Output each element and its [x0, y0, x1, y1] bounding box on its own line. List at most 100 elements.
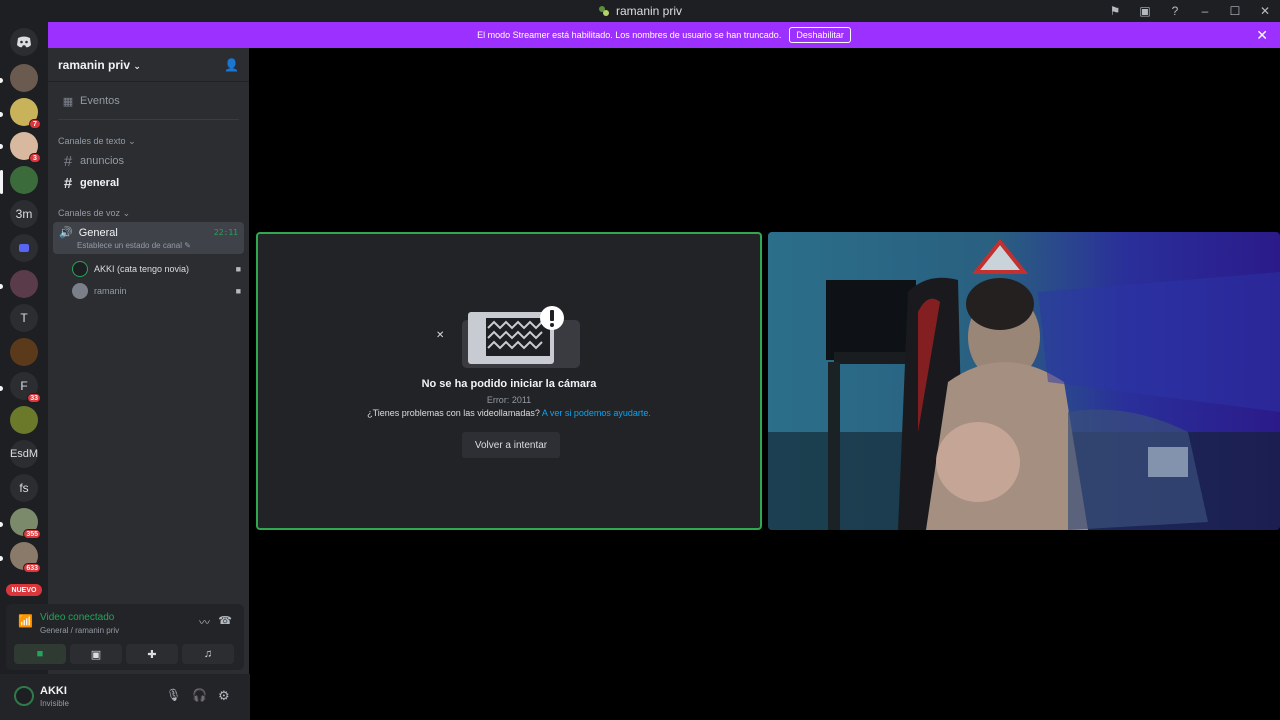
calendar-icon: ▦ — [62, 95, 74, 108]
voice-channel-general[interactable]: 🔊 General 22:11 Establece un estado de c… — [53, 222, 244, 254]
error-code: Error: 2011 — [486, 395, 532, 405]
server-avatar[interactable]: 355 — [10, 508, 41, 539]
speaker-icon: 🔊 — [59, 227, 73, 239]
channel-general[interactable]: # general — [54, 172, 243, 194]
server-label: F — [20, 379, 28, 393]
activities-button[interactable]: ✚ — [126, 644, 178, 664]
help-icon[interactable]: ? — [1160, 0, 1190, 22]
unread-badge: 33 — [27, 393, 41, 403]
discord-home-icon[interactable] — [10, 28, 38, 56]
video-feed[interactable] — [768, 232, 1280, 530]
camera-icon: ■ — [235, 264, 241, 274]
help-text: ¿Tienes problemas con las videollamadas? — [367, 408, 540, 418]
unread-badge: 3 — [29, 153, 41, 163]
svg-text:✕: ✕ — [436, 330, 444, 341]
server-button[interactable]: T — [10, 304, 38, 332]
events-label: Eventos — [80, 95, 120, 107]
server-avatar[interactable]: 3 — [10, 132, 41, 163]
server-header[interactable]: ramanin priv ⌄ 👤 — [48, 48, 249, 82]
camera-error-tile: ✕ No se ha podido iniciar la cámara Erro… — [256, 232, 762, 530]
screen-share-icon[interactable]: ▣ — [1130, 0, 1160, 22]
noise-suppression-icon[interactable]: 〰 — [199, 614, 210, 630]
server-label: T — [20, 311, 28, 325]
hash-icon: # — [63, 152, 73, 170]
title-bar: ramanin priv ⚑ ▣ ? – ☐ ✕ — [0, 0, 1280, 22]
server-avatar[interactable] — [10, 64, 38, 92]
server-label: fs — [19, 481, 29, 495]
server-name: ramanin priv — [58, 57, 131, 72]
channel-anuncios[interactable]: # anuncios — [54, 150, 243, 172]
chevron-down-icon: ⌄ — [133, 60, 141, 71]
flag-icon[interactable]: ⚑ — [1100, 0, 1130, 22]
settings-icon[interactable]: ⚙ — [218, 688, 230, 704]
unread-badge: 633 — [23, 563, 41, 573]
signal-icon: 📶 — [18, 614, 33, 628]
retry-button[interactable]: Volver a intentar — [462, 432, 560, 458]
server-label: EsdM — [9, 448, 39, 460]
screen-share-button[interactable]: ▣ — [70, 644, 122, 664]
server-avatar[interactable]: 7 — [10, 98, 41, 129]
camera-feed-image — [768, 232, 1280, 530]
channel-label: general — [80, 177, 120, 189]
call-timer: 22:11 — [213, 228, 238, 237]
category-label: Canales de texto — [58, 136, 126, 146]
voice-category[interactable]: Canales de voz ⌄ — [48, 204, 249, 222]
camera-button[interactable]: ■ — [14, 644, 66, 664]
camera-error-title: No se ha podido iniciar la cámara — [421, 378, 597, 390]
user-name[interactable]: AKKI — [40, 685, 67, 697]
voice-channel-name: General — [78, 226, 118, 239]
new-badge[interactable]: NUEVO — [6, 584, 42, 596]
voice-user[interactable]: AKKI (cata tengo novia) ■ — [48, 258, 249, 280]
server-label: 3m — [15, 207, 33, 221]
text-category[interactable]: Canales de texto ⌄ — [48, 132, 249, 150]
window-title: ramanin priv — [598, 4, 682, 18]
channel-status[interactable]: Establece un estado de canal — [77, 241, 182, 250]
maximize-icon[interactable]: ☐ — [1220, 0, 1250, 22]
soundboard-button[interactable]: ♫ — [182, 644, 234, 664]
server-avatar[interactable]: 633 — [10, 542, 41, 573]
server-avatar[interactable] — [10, 338, 38, 366]
voice-connection-panel: 📶 Video conectado General / ramanin priv… — [6, 604, 244, 670]
category-label: Canales de voz — [58, 208, 121, 218]
voice-user[interactable]: ramanin ■ — [48, 280, 249, 302]
broken-camera-icon: ✕ — [436, 306, 580, 368]
help-link[interactable]: A ver si podemos ayudarte. — [542, 408, 651, 418]
connection-status[interactable]: Video conectado — [40, 612, 114, 623]
server-icon — [598, 6, 609, 16]
chevron-down-icon: ⌄ — [128, 135, 136, 146]
user-panel: AKKI Invisible 🎙 🎧 ⚙ — [0, 674, 250, 720]
unread-badge: 355 — [23, 529, 41, 539]
voice-user-name: ramanin — [94, 286, 127, 296]
close-icon[interactable]: ✕ — [1256, 27, 1268, 44]
close-window-icon[interactable]: ✕ — [1250, 0, 1280, 22]
folder-icon[interactable] — [10, 234, 38, 262]
banner-message: El modo Streamer está habilitado. Los no… — [477, 30, 782, 40]
events-item[interactable]: ▦ Eventos — [54, 90, 243, 112]
voice-user-name: AKKI (cata tengo novia) — [94, 264, 190, 274]
microphone-icon[interactable]: 🎙 — [166, 688, 181, 702]
avatar — [72, 261, 88, 277]
server-button[interactable]: 3m — [10, 200, 38, 228]
chevron-down-icon: ⌄ — [122, 207, 131, 218]
avatar — [72, 283, 88, 299]
server-button[interactable]: fs — [10, 474, 38, 502]
disconnect-icon[interactable]: ☎ — [218, 614, 232, 627]
connection-location[interactable]: General / ramanin priv — [40, 626, 119, 635]
camera-icon: ■ — [235, 286, 241, 296]
window-title-text: ramanin priv — [615, 4, 683, 18]
server-button[interactable]: F 33 — [10, 372, 41, 403]
headphones-icon[interactable]: 🎧 — [192, 688, 207, 702]
channel-label: anuncios — [80, 155, 125, 167]
hash-icon: # — [63, 174, 73, 192]
minimize-icon[interactable]: – — [1190, 0, 1220, 22]
server-active-icon[interactable] — [10, 166, 38, 194]
pencil-icon[interactable]: ✎ — [184, 241, 191, 250]
user-avatar[interactable] — [14, 686, 34, 706]
server-avatar[interactable] — [10, 270, 38, 298]
unread-badge: 7 — [29, 119, 41, 129]
disable-streamer-button[interactable]: Deshabilitar — [789, 27, 851, 43]
server-button[interactable]: EsdM — [10, 440, 38, 468]
server-avatar[interactable] — [10, 406, 38, 434]
user-status: Invisible — [40, 699, 69, 708]
add-user-icon[interactable]: 👤 — [224, 58, 239, 72]
